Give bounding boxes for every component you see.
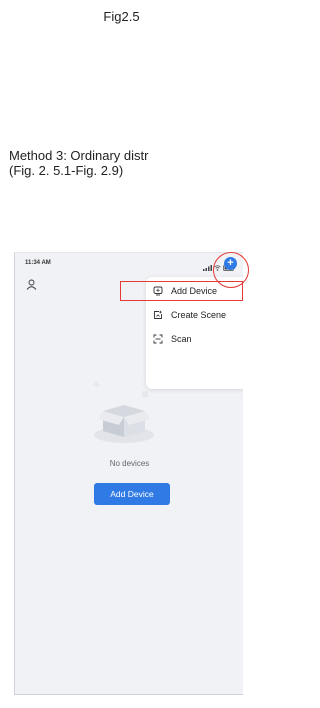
scan-icon: [153, 334, 163, 344]
create-scene-icon: [153, 310, 163, 320]
add-menu: Add Device Create Scene Scan: [146, 277, 243, 389]
menu-item-scan[interactable]: Scan: [146, 328, 243, 350]
menu-item-add-device[interactable]: Add Device: [146, 280, 243, 302]
profile-icon[interactable]: [26, 277, 37, 290]
add-device-button[interactable]: Add Device: [94, 483, 170, 505]
empty-box-illustration: [89, 377, 159, 447]
menu-item-label: Create Scene: [171, 310, 227, 320]
figure-caption: Fig2.5: [103, 9, 140, 24]
menu-item-label: Add Device: [171, 286, 218, 296]
method-figure-ref: (Fig. 2. 5.1-Fig. 2.9): [9, 163, 124, 178]
add-icon[interactable]: +: [224, 257, 237, 270]
menu-item-create-scene[interactable]: Create Scene: [146, 304, 243, 326]
status-time: 11:34 AM: [25, 260, 51, 266]
menu-item-label: Scan: [171, 334, 192, 344]
phone-screen: 11:34 AM + Add Device Create Scene Scan …: [14, 252, 243, 695]
empty-state-message: No devices: [109, 459, 150, 468]
signal-icon: [203, 258, 212, 276]
wifi-icon: [214, 258, 221, 276]
add-device-icon: [153, 286, 163, 296]
method-heading: Method 3: Ordinary distr (Fig. 2. 5.1-Fi…: [9, 148, 148, 178]
method-title: Method 3: Ordinary distr: [9, 148, 149, 163]
